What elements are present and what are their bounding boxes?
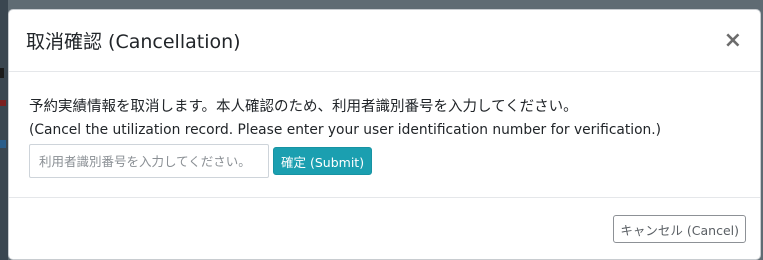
instruction-text-ja: 予約実績情報を取消します。本人確認のため、利用者識別番号を入力してください。 (29, 99, 578, 115)
backdrop-fragment (0, 68, 4, 78)
page-backdrop (0, 0, 8, 260)
instruction-text-en: (Cancel the utilization record. Please e… (29, 122, 662, 138)
user-id-input[interactable] (29, 144, 269, 178)
close-icon[interactable]: × (718, 28, 748, 54)
dialog-title: 取消確認 (Cancellation) (26, 31, 241, 53)
id-entry-row: 確定 (Submit) (29, 144, 740, 178)
dialog-body: 予約実績情報を取消します。本人確認のため、利用者識別番号を入力してください。 (… (9, 72, 760, 198)
dialog-header: 取消確認 (Cancellation) × (9, 10, 760, 72)
cancel-button[interactable]: キャンセル (Cancel) (613, 215, 746, 243)
submit-button[interactable]: 確定 (Submit) (273, 147, 373, 175)
dialog-footer: キャンセル (Cancel) (9, 198, 760, 260)
backdrop-fragment (0, 140, 6, 148)
backdrop-fragment (0, 100, 6, 106)
cancellation-dialog: 取消確認 (Cancellation) × 予約実績情報を取消します。本人確認の… (8, 9, 761, 260)
